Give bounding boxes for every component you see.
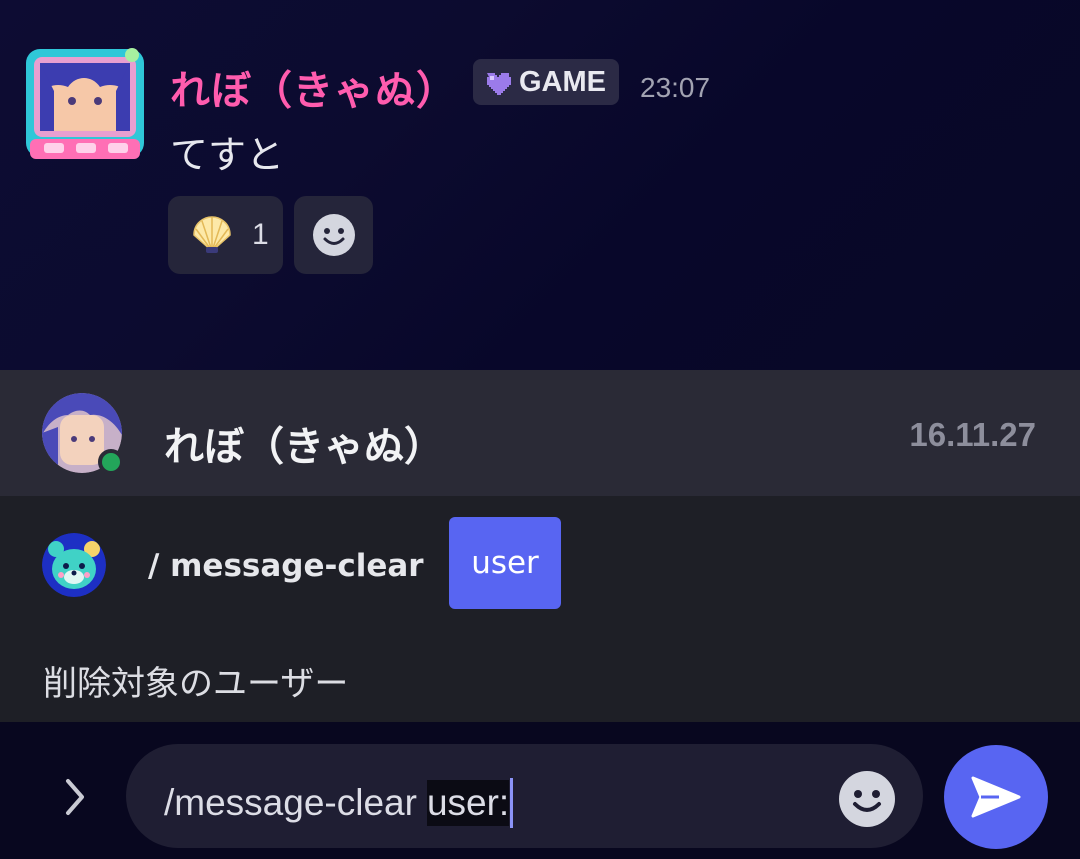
smiley-icon (312, 214, 355, 256)
pixel-heart-icon (487, 73, 511, 95)
user-avatar[interactable] (22, 43, 148, 167)
message-input-text[interactable]: /message-clear user: (164, 778, 514, 828)
input-command-text: /message-clear (164, 782, 417, 823)
autocomplete-username: れぼ（きゃぬ） (164, 424, 444, 470)
text-caret (510, 778, 514, 828)
message-timestamp: 23:07 (640, 72, 711, 103)
option-chip-user[interactable]: user (449, 517, 561, 609)
input-option-token[interactable]: user: (426, 780, 510, 826)
smiley-icon (839, 771, 895, 827)
option-description: 削除対象のユーザー (43, 664, 349, 704)
command-name: / message-clear (148, 548, 424, 584)
online-status-indicator (98, 449, 124, 475)
message-content: てすと (170, 133, 285, 177)
shell-icon (193, 216, 231, 253)
role-tag-label: GAME (519, 65, 606, 98)
expand-button[interactable] (50, 772, 100, 822)
add-reaction-button[interactable] (294, 196, 373, 274)
autocomplete-user-date: 16.11.27 (909, 416, 1036, 453)
message-area (0, 0, 1080, 370)
send-button[interactable] (944, 745, 1048, 849)
emoji-picker-button[interactable] (838, 770, 896, 828)
bot-avatar (42, 533, 106, 597)
message-author[interactable]: れぼ（きゃぬ） (170, 58, 457, 116)
send-icon (971, 776, 1021, 818)
reaction-count: 1 (252, 218, 269, 251)
role-tag[interactable]: GAME (473, 59, 619, 105)
reaction-button[interactable]: 1 (168, 196, 283, 274)
chevron-right-icon (66, 779, 84, 815)
